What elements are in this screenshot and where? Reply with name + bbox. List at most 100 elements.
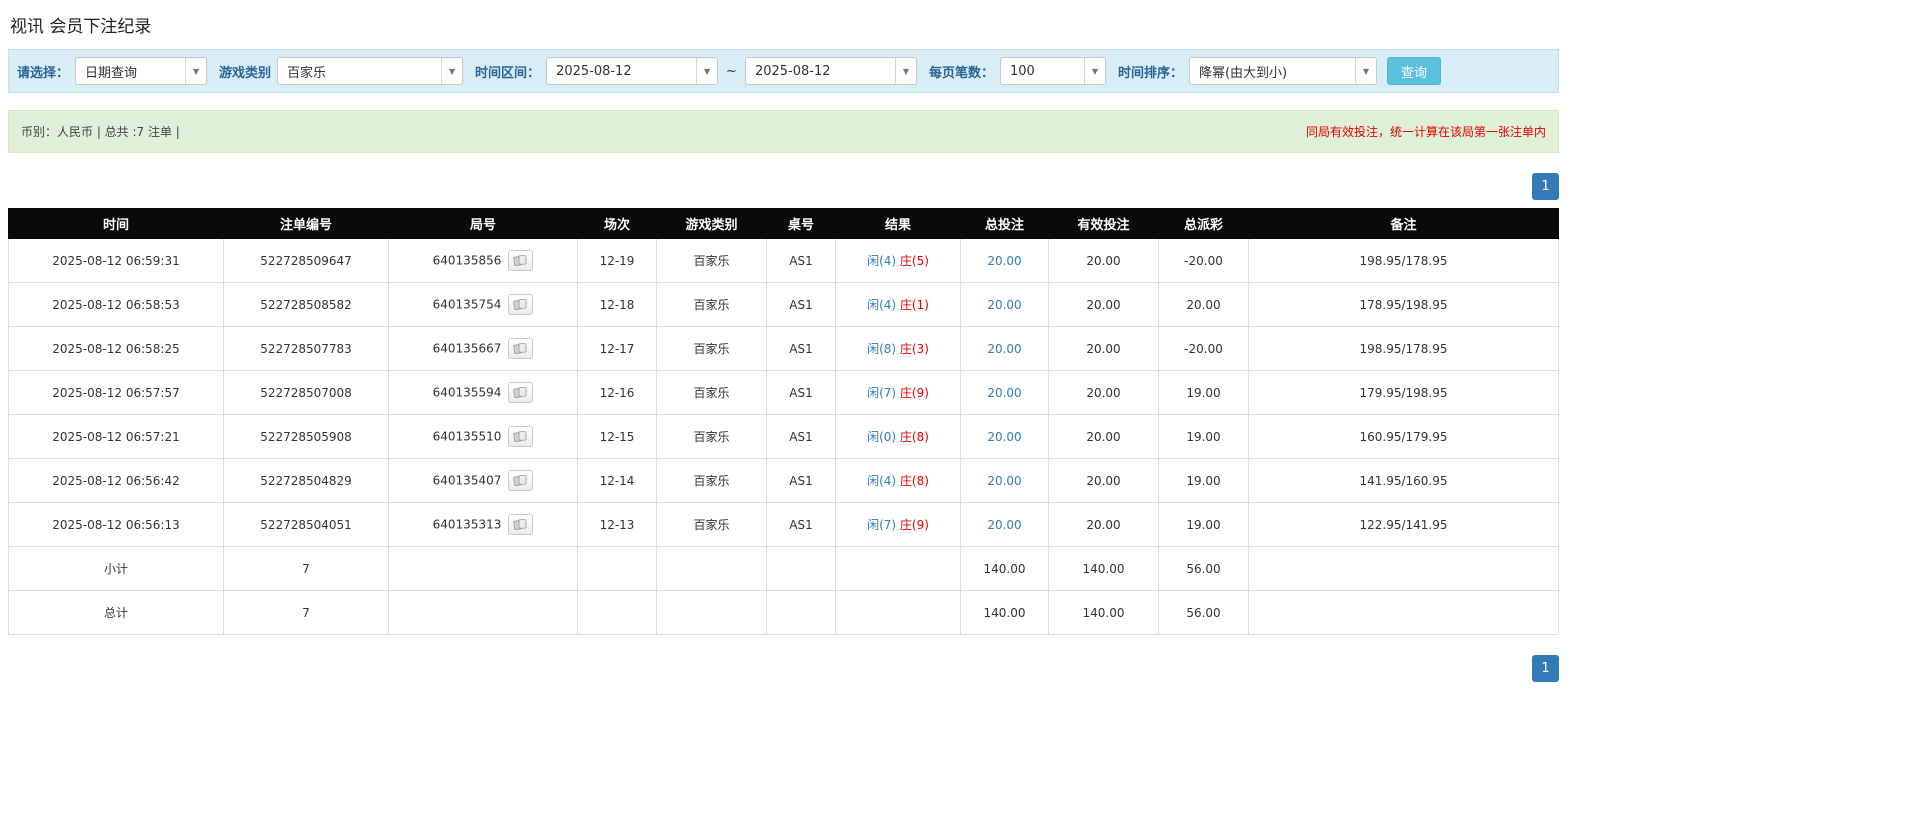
round-detail-icon[interactable] [508, 382, 533, 403]
cell-time: 2025-08-12 06:56:13 [9, 503, 224, 547]
cell-session: 12-16 [578, 371, 657, 415]
page-1-button[interactable]: 1 [1532, 173, 1559, 200]
table-header: 时间注单编号局号场次游戏类别桌号结果总投注有效投注总派彩备注 [9, 209, 1559, 239]
cell-session: 12-13 [578, 503, 657, 547]
banker-result: 庄(3) [900, 342, 929, 356]
round-number: 640135594 [433, 386, 502, 400]
cell-remark: 178.95/198.95 [1249, 283, 1559, 327]
cell-result: 闲(7) 庄(9) [836, 503, 961, 547]
round-number: 640135754 [433, 298, 502, 312]
column-header: 总投注 [961, 209, 1049, 239]
cell-remark: 198.95/178.95 [1249, 239, 1559, 283]
cell-table-no: AS1 [767, 327, 836, 371]
round-number: 640135510 [433, 430, 502, 444]
table-row[interactable]: 2025-08-12 06:57:57522728507008640135594… [9, 371, 1559, 415]
total-bet-link[interactable]: 20.00 [987, 254, 1021, 268]
cell-session: 12-19 [578, 239, 657, 283]
search-button[interactable]: 查询 [1387, 57, 1441, 85]
table-row[interactable]: 2025-08-12 06:56:13522728504051640135313… [9, 503, 1559, 547]
table-row[interactable]: 2025-08-12 06:57:21522728505908640135510… [9, 415, 1559, 459]
cell-round: 640135407 [389, 459, 578, 503]
cell-valid-bet: 20.00 [1049, 503, 1159, 547]
summary-empty-cell [1249, 547, 1559, 591]
summary-valid-bet: 140.00 [1049, 591, 1159, 635]
cards-icon [513, 518, 528, 531]
summary-empty-cell [389, 547, 578, 591]
cell-total-bet: 20.00 [961, 239, 1049, 283]
summary-empty-cell [657, 591, 767, 635]
total-bet-link[interactable]: 20.00 [987, 430, 1021, 444]
chevron-down-icon[interactable]: ▼ [1355, 58, 1376, 84]
time-range-label: 时间区间： [475, 62, 540, 81]
page-title: 视讯 会员下注纪录 [8, 10, 1559, 49]
player-result: 闲(7) [867, 386, 896, 400]
banker-result: 庄(8) [900, 430, 929, 444]
round-detail-icon[interactable] [508, 426, 533, 447]
cell-valid-bet: 20.00 [1049, 371, 1159, 415]
column-header: 结果 [836, 209, 961, 239]
total-bet-link[interactable]: 20.00 [987, 518, 1021, 532]
player-result: 闲(4) [867, 254, 896, 268]
cell-remark: 179.95/198.95 [1249, 371, 1559, 415]
cell-time: 2025-08-12 06:59:31 [9, 239, 224, 283]
cell-round: 640135313 [389, 503, 578, 547]
table-row[interactable]: 2025-08-12 06:56:42522728504829640135407… [9, 459, 1559, 503]
cell-total-bet: 20.00 [961, 503, 1049, 547]
round-detail-icon[interactable] [508, 338, 533, 359]
cell-payout: -20.00 [1159, 239, 1249, 283]
banker-result: 庄(1) [900, 298, 929, 312]
round-detail-icon[interactable] [508, 294, 533, 315]
total-bet-link[interactable]: 20.00 [987, 386, 1021, 400]
summary-empty-cell [836, 547, 961, 591]
game-type-value: 百家乐 [278, 58, 441, 84]
pagination-top: 1 [8, 173, 1559, 200]
game-type-select[interactable]: 百家乐 ▼ [277, 57, 463, 85]
table-row[interactable]: 2025-08-12 06:58:25522728507783640135667… [9, 327, 1559, 371]
cell-remark: 141.95/160.95 [1249, 459, 1559, 503]
total-bet-link[interactable]: 20.00 [987, 474, 1021, 488]
records-table: 时间注单编号局号场次游戏类别桌号结果总投注有效投注总派彩备注 2025-08-1… [8, 208, 1559, 635]
cell-session: 12-15 [578, 415, 657, 459]
chevron-down-icon[interactable]: ▼ [895, 58, 916, 84]
round-detail-icon[interactable] [508, 514, 533, 535]
table-row[interactable]: 2025-08-12 06:59:31522728509647640135856… [9, 239, 1559, 283]
round-detail-icon[interactable] [508, 470, 533, 491]
total-bet-link[interactable]: 20.00 [987, 298, 1021, 312]
date-from-input[interactable]: 2025-08-12 ▼ [546, 57, 718, 85]
date-to-input[interactable]: 2025-08-12 ▼ [745, 57, 917, 85]
table-row[interactable]: 2025-08-12 06:58:53522728508582640135754… [9, 283, 1559, 327]
page-size-select[interactable]: 100 ▼ [1000, 57, 1106, 85]
page-1-button[interactable]: 1 [1532, 655, 1559, 682]
chevron-down-icon[interactable]: ▼ [185, 58, 206, 84]
cell-result: 闲(7) 庄(9) [836, 371, 961, 415]
date-range-tilde: ~ [724, 64, 739, 79]
cell-game-type: 百家乐 [657, 459, 767, 503]
round-number: 640135407 [433, 474, 502, 488]
cell-table-no: AS1 [767, 459, 836, 503]
summary-total-bet: 140.00 [961, 591, 1049, 635]
cell-bet-id: 522728508582 [224, 283, 389, 327]
cards-icon [513, 254, 528, 267]
pagination-bottom: 1 [8, 655, 1559, 682]
summary-empty-cell [767, 591, 836, 635]
cell-payout: 19.00 [1159, 459, 1249, 503]
chevron-down-icon[interactable]: ▼ [441, 58, 462, 84]
cell-table-no: AS1 [767, 371, 836, 415]
summary-empty-cell [578, 547, 657, 591]
player-result: 闲(4) [867, 474, 896, 488]
total-bet-link[interactable]: 20.00 [987, 342, 1021, 356]
round-detail-icon[interactable] [508, 250, 533, 271]
time-sort-select[interactable]: 降幂(由大到小) ▼ [1189, 57, 1377, 85]
summary-count: 7 [224, 591, 389, 635]
chevron-down-icon[interactable]: ▼ [696, 58, 717, 84]
cell-result: 闲(0) 庄(8) [836, 415, 961, 459]
summary-total-bet: 140.00 [961, 547, 1049, 591]
chevron-down-icon[interactable]: ▼ [1084, 58, 1105, 84]
summary-label: 总计 [9, 591, 224, 635]
cell-round: 640135856 [389, 239, 578, 283]
cell-payout: 19.00 [1159, 415, 1249, 459]
query-type-select[interactable]: 日期查询 ▼ [75, 57, 207, 85]
cards-icon [513, 298, 528, 311]
cell-total-bet: 20.00 [961, 415, 1049, 459]
cell-bet-id: 522728504829 [224, 459, 389, 503]
